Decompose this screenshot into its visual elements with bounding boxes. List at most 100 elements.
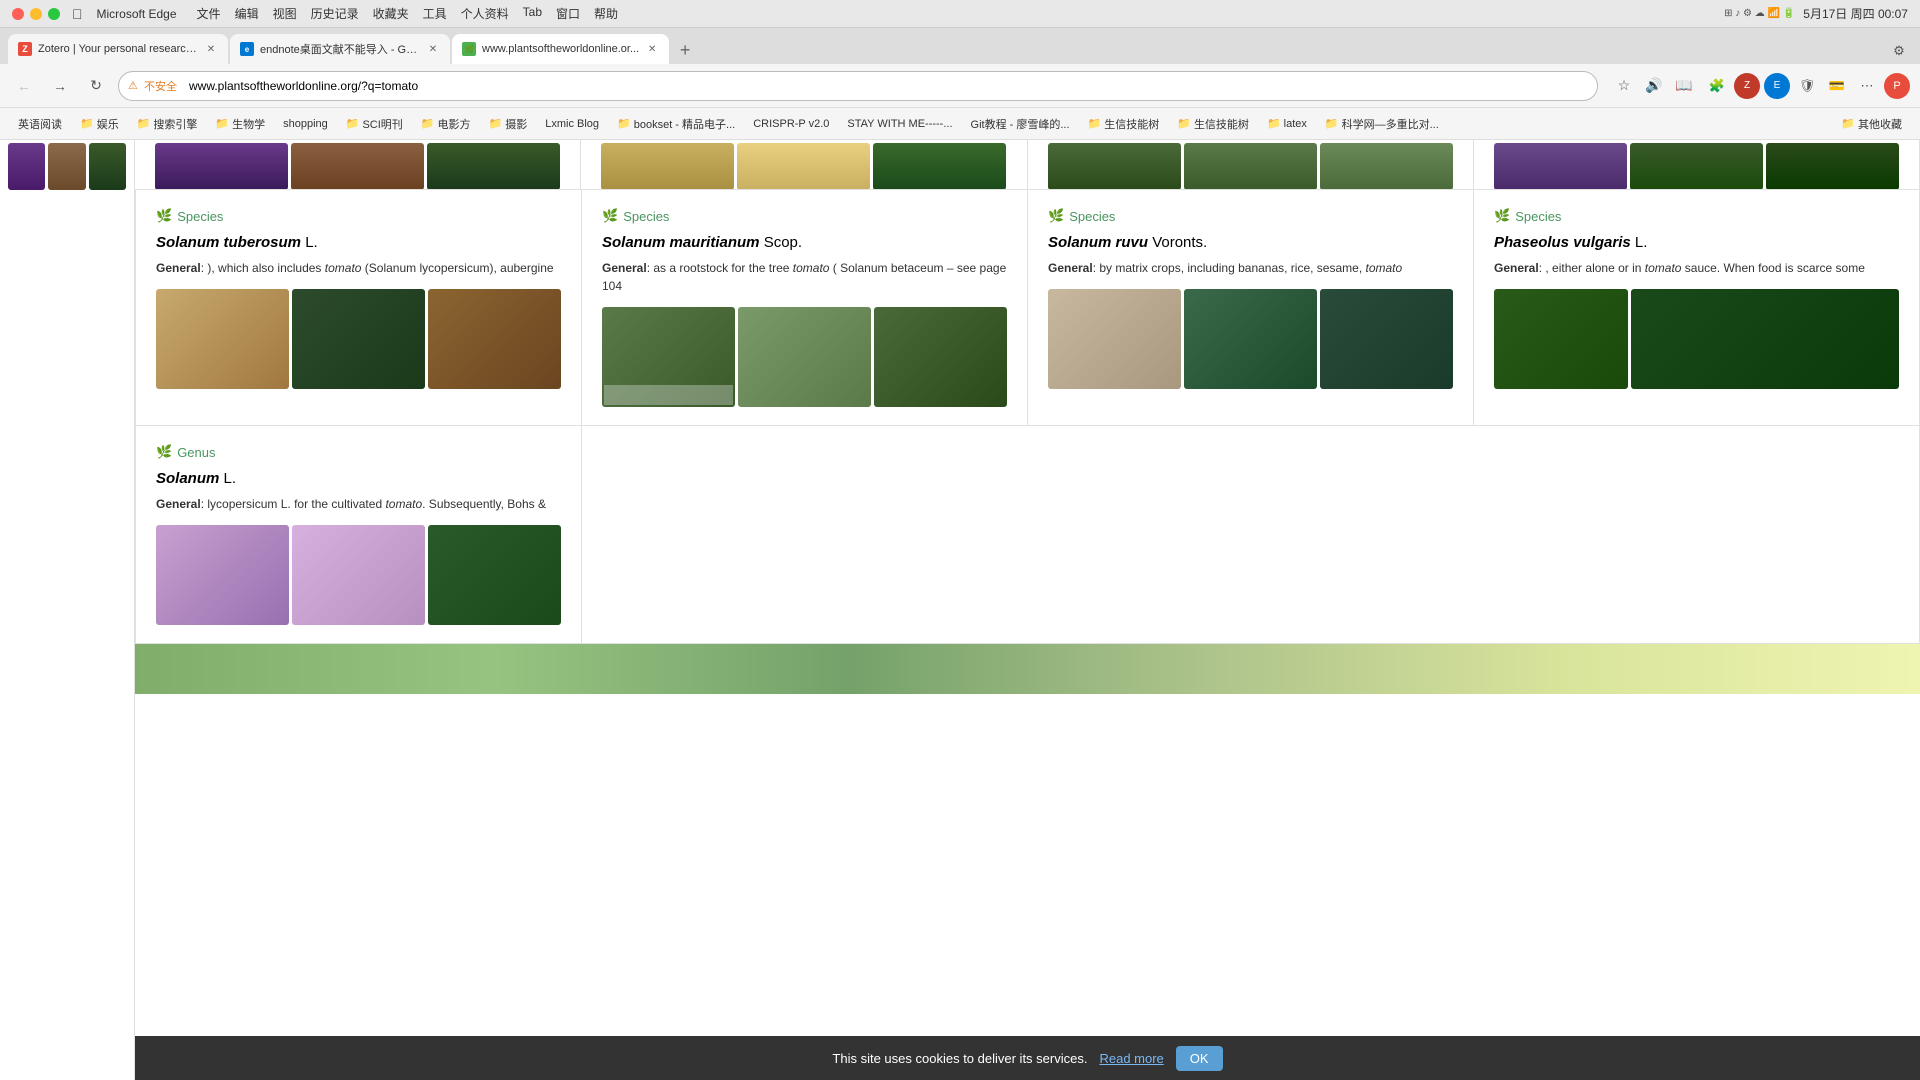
- read-aloud-icon[interactable]: 🔊: [1642, 74, 1666, 98]
- endnote-toolbar-icon[interactable]: E: [1764, 73, 1790, 99]
- results-grid: 🌿 Species Solanum tuberosum L. General: …: [135, 190, 1920, 426]
- folder-icon-yule: 📁: [80, 117, 94, 130]
- top-img-1a: [155, 143, 288, 189]
- menu-file[interactable]: 文件: [197, 5, 221, 22]
- more-bookmarks-button[interactable]: 📁 其他收藏: [1833, 113, 1910, 135]
- species-badge-3: 🌿 Species: [1048, 208, 1453, 224]
- genus-author-val: L.: [224, 470, 237, 487]
- bookmark-crispr[interactable]: CRISPR-P v2.0: [745, 115, 837, 133]
- clock: 5月17日 周四 00:07: [1803, 5, 1908, 22]
- genus-img-c: [428, 525, 561, 625]
- tab-endnote-close[interactable]: ✕: [426, 42, 440, 56]
- folder-icon-bioskill1: 📁: [1088, 117, 1102, 130]
- close-window-button[interactable]: [12, 8, 24, 20]
- address-input[interactable]: [118, 71, 1598, 101]
- bookmark-lxmic[interactable]: Lxmic Blog: [537, 115, 607, 133]
- bookmark-yule-label: 娱乐: [97, 116, 119, 132]
- cookie-ok-button[interactable]: OK: [1176, 1046, 1223, 1071]
- page-layout: 🌿 Species Solanum tuberosum L. General: …: [0, 140, 1920, 1080]
- bookmark-yingyu[interactable]: 英语阅读: [10, 113, 70, 135]
- species-name-3[interactable]: Solanum ruvu Voronts.: [1048, 234, 1453, 251]
- bookmark-yingyu-label: 英语阅读: [18, 116, 62, 132]
- genus-desc-bold: General: [156, 497, 201, 511]
- result-card-4: 🌿 Species Phaseolus vulgaris L. General:…: [1474, 190, 1920, 426]
- bookmark-search[interactable]: 📁 搜索引擎: [129, 113, 206, 135]
- species-name-4[interactable]: Phaseolus vulgaris L.: [1494, 234, 1899, 251]
- genus-name[interactable]: Solanum L.: [156, 470, 561, 487]
- forward-button[interactable]: →: [46, 72, 74, 100]
- plants-favicon-letter: 🌿: [464, 45, 474, 54]
- species-name-italic-3: Solanum ruvu: [1048, 234, 1148, 251]
- extensions-icon[interactable]: 🧩: [1704, 73, 1730, 99]
- top-img-3c: [1320, 143, 1453, 189]
- tab-zotero[interactable]: Z Zotero | Your personal research... ✕: [8, 34, 228, 64]
- bookmark-biology[interactable]: 📁 生物学: [207, 113, 273, 135]
- browser-settings-icon[interactable]: ⚙: [1886, 38, 1912, 64]
- zotero-toolbar-icon[interactable]: Z: [1734, 73, 1760, 99]
- menu-tab[interactable]: Tab: [523, 5, 542, 22]
- bookmark-bioskill1[interactable]: 📁 生信技能树: [1080, 113, 1168, 135]
- bookmark-sciencenet[interactable]: 📁 科学网—多重比对...: [1317, 113, 1447, 135]
- top-img-cell-4: [1474, 140, 1920, 189]
- shield-icon[interactable]: 🛡: [1794, 73, 1820, 99]
- other-favorites[interactable]: 📁 其他收藏: [1833, 113, 1910, 135]
- cookie-text: This site uses cookies to deliver its se…: [832, 1051, 1087, 1066]
- menu-view[interactable]: 视图: [273, 5, 297, 22]
- refresh-button[interactable]: ↻: [82, 72, 110, 100]
- bookmark-photo[interactable]: 📁 摄影: [481, 113, 536, 135]
- bookmark-bookset[interactable]: 📁 bookset - 精品电子...: [609, 113, 743, 135]
- species-name-1[interactable]: Solanum tuberosum L.: [156, 234, 561, 251]
- species-leaf-icon-2: 🌿: [602, 208, 618, 224]
- traffic-lights[interactable]: [12, 8, 60, 20]
- apple-icon[interactable]: : [72, 6, 83, 22]
- species-desc-3: General: by matrix crops, including bana…: [1048, 259, 1453, 277]
- species-badge-1: 🌿 Species: [156, 208, 561, 224]
- menu-favorites[interactable]: 收藏夹: [373, 5, 409, 22]
- species-name-italic-1: Solanum tuberosum: [156, 234, 301, 251]
- tomato-italic-4: tomato: [1645, 261, 1682, 275]
- menu-history[interactable]: 历史记录: [311, 5, 359, 22]
- tab-zotero-close[interactable]: ✕: [204, 42, 218, 56]
- back-button[interactable]: ←: [10, 72, 38, 100]
- favorites-icon[interactable]: ☆: [1612, 74, 1636, 98]
- menu-window[interactable]: 窗口: [556, 5, 580, 22]
- bookmark-bioskill2[interactable]: 📁 生信技能树: [1169, 113, 1257, 135]
- bookmark-lxmic-label: Lxmic Blog: [545, 118, 599, 130]
- folder-icon-latex: 📁: [1267, 117, 1281, 130]
- minimize-window-button[interactable]: [30, 8, 42, 20]
- wallet-icon[interactable]: 💳: [1824, 73, 1850, 99]
- tab-endnote-title: endnote桌面文献不能导入 - Go...: [260, 41, 420, 57]
- bookmark-latex[interactable]: 📁 latex: [1259, 114, 1315, 133]
- top-img-wrap-1: [155, 143, 560, 189]
- profile-button[interactable]: P: [1884, 73, 1910, 99]
- tab-endnote[interactable]: e endnote桌面文献不能导入 - Go... ✕: [230, 34, 450, 64]
- app-name-label: Microsoft Edge: [97, 7, 177, 21]
- top-img-wrap-4: [1494, 143, 1899, 189]
- bookmark-sci[interactable]: 📁 SCI明刊: [338, 113, 411, 135]
- species-author-val-2: Scop.: [764, 234, 802, 251]
- menu-profile[interactable]: 个人资料: [461, 5, 509, 22]
- species-images-1: [156, 289, 561, 389]
- maximize-window-button[interactable]: [48, 8, 60, 20]
- new-tab-button[interactable]: +: [671, 36, 699, 64]
- tab-plants[interactable]: 🌿 www.plantsoftheworldonline.or... ✕: [452, 34, 669, 64]
- species-img-3a: [1048, 289, 1181, 389]
- species-name-2[interactable]: Solanum mauritianum Scop.: [602, 234, 1007, 251]
- menu-tools[interactable]: 工具: [423, 5, 447, 22]
- top-img-4b: [1630, 143, 1763, 189]
- bookmark-yule[interactable]: 📁 娱乐: [72, 113, 127, 135]
- bookmark-shopping[interactable]: shopping: [275, 115, 336, 133]
- sidebar-top-images: [0, 140, 134, 190]
- tomato-italic-2: tomato: [793, 261, 830, 275]
- cookie-read-more-link[interactable]: Read more: [1099, 1051, 1163, 1066]
- immersive-reader-icon[interactable]: 📖: [1672, 74, 1696, 98]
- bookmark-movies[interactable]: 📁 电影方: [413, 113, 479, 135]
- folder-icon-photo: 📁: [489, 117, 503, 130]
- menu-edit[interactable]: 编辑: [235, 5, 259, 22]
- browser-menu-icon[interactable]: ⋯: [1854, 73, 1880, 99]
- menu-help[interactable]: 帮助: [594, 5, 618, 22]
- bookmark-git[interactable]: Git教程 - 廖雪峰的...: [963, 113, 1078, 135]
- bookmark-staywithme[interactable]: STAY WITH ME-----...: [839, 115, 960, 133]
- tab-plants-close[interactable]: ✕: [645, 42, 659, 56]
- species-desc-bold-4: General: [1494, 261, 1539, 275]
